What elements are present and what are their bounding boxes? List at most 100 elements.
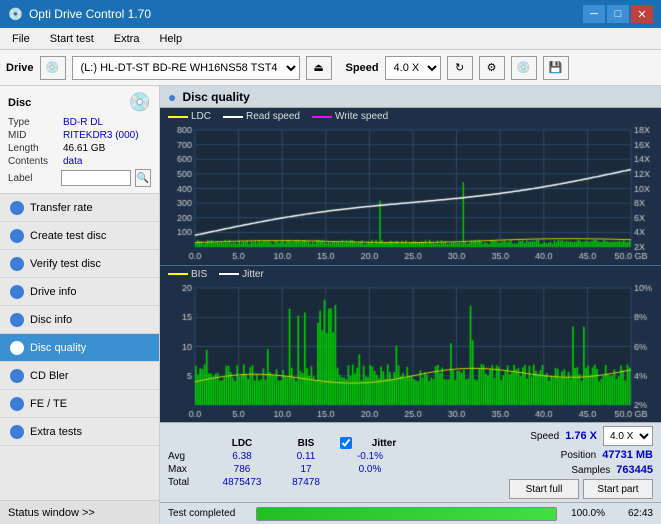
stats-bar: LDC BIS Jitter Avg 6.38 0.11 -0.1% Max 7…	[160, 422, 661, 502]
stats-right: Speed 1.76 X 4.0 X Position 47731 MB Sam…	[509, 426, 653, 499]
start-part-button[interactable]: Start part	[583, 479, 653, 499]
nav-create-test-disc[interactable]: Create test disc	[0, 222, 159, 250]
write-speed-label: Write speed	[335, 111, 388, 122]
disc-info-panel: Disc 💿 Type BD-R DL MID RITEKDR3 (000) L…	[0, 86, 159, 194]
app-icon: 💿	[8, 7, 23, 21]
bis-label: BIS	[191, 269, 207, 280]
refresh-button[interactable]: ↻	[447, 56, 473, 80]
disc-length-row: Length 46.61 GB	[8, 143, 151, 154]
jitter-checkbox[interactable]	[340, 437, 352, 449]
drive-label: Drive	[6, 62, 34, 74]
nav-drive-info[interactable]: Drive info	[0, 278, 159, 306]
avg-jitter: -0.1%	[340, 451, 400, 462]
nav-cd-bler-label: CD Bler	[30, 370, 69, 382]
legend-bis: BIS	[168, 269, 207, 280]
start-buttons: Start full Start part	[509, 479, 653, 499]
disc-label-key: Label	[8, 173, 57, 184]
speed-label: Speed	[530, 431, 559, 442]
max-jitter: 0.0%	[340, 464, 400, 475]
disc-type-value: BD-R DL	[63, 117, 103, 128]
nav-disc-quality-label: Disc quality	[30, 342, 86, 354]
nav-fe-te[interactable]: FE / TE	[0, 390, 159, 418]
menu-file[interactable]: File	[4, 31, 38, 47]
verify-test-disc-icon	[10, 257, 24, 271]
ldc-color	[168, 116, 188, 118]
position-row: Position 47731 MB	[561, 449, 653, 461]
eject-button[interactable]: ⏏	[306, 56, 332, 80]
disc-quality-header: ● Disc quality	[160, 86, 661, 108]
app-title: Opti Drive Control 1.70	[29, 7, 151, 21]
progress-bar-inner	[257, 508, 556, 520]
max-ldc: 786	[212, 464, 272, 475]
samples-row: Samples 763445	[571, 464, 653, 476]
disc-label-button[interactable]: 🔍	[135, 169, 151, 187]
charts-container: LDC Read speed Write speed	[160, 108, 661, 422]
jitter-check-container: Jitter	[340, 437, 414, 449]
disc-button[interactable]: 💿	[511, 56, 537, 80]
sidebar: Disc 💿 Type BD-R DL MID RITEKDR3 (000) L…	[0, 86, 160, 524]
nav-verify-test-disc[interactable]: Verify test disc	[0, 250, 159, 278]
start-full-button[interactable]: Start full	[509, 479, 579, 499]
drive-icon-btn[interactable]: 💿	[40, 56, 66, 80]
fe-te-icon	[10, 397, 24, 411]
legend-jitter: Jitter	[219, 269, 264, 280]
avg-ldc: 6.38	[212, 451, 272, 462]
samples-value: 763445	[616, 464, 653, 476]
disc-length-value: 46.61 GB	[63, 143, 105, 154]
maximize-button[interactable]: □	[607, 5, 629, 23]
disc-label-input[interactable]	[61, 170, 131, 186]
nav-fe-te-label: FE / TE	[30, 398, 67, 410]
menu-help[interactable]: Help	[151, 31, 190, 47]
nav-extra-tests-label: Extra tests	[30, 426, 82, 438]
settings-button[interactable]: ⚙	[479, 56, 505, 80]
jitter-header: Jitter	[354, 438, 414, 449]
jitter-label: Jitter	[242, 269, 264, 280]
upper-chart: LDC Read speed Write speed	[160, 108, 661, 266]
max-bis: 17	[276, 464, 336, 475]
nav-create-test-disc-label: Create test disc	[30, 230, 106, 242]
disc-mid-value: RITEKDR3 (000)	[63, 130, 139, 141]
speed-select[interactable]: 4.0 X	[385, 56, 441, 80]
nav-cd-bler[interactable]: CD Bler	[0, 362, 159, 390]
content-area: ● Disc quality LDC Read speed	[160, 86, 661, 524]
max-label: Max	[168, 464, 208, 475]
total-label: Total	[168, 477, 208, 488]
disc-image-icon: 💿	[129, 92, 151, 113]
legend-read-speed: Read speed	[223, 111, 300, 122]
disc-label-row: Label 🔍	[8, 169, 151, 187]
disc-mid-label: MID	[8, 130, 63, 141]
avg-bis: 0.11	[276, 451, 336, 462]
speed-label: Speed	[346, 62, 379, 74]
menubar: File Start test Extra Help	[0, 28, 661, 50]
menu-start-test[interactable]: Start test	[42, 31, 102, 47]
close-button[interactable]: ✕	[631, 5, 653, 23]
toolbar: Drive 💿 (L:) HL-DT-ST BD-RE WH16NS58 TST…	[0, 50, 661, 86]
drive-select[interactable]: (L:) HL-DT-ST BD-RE WH16NS58 TST4	[72, 56, 300, 80]
status-text: Test completed	[168, 508, 248, 519]
disc-mid-row: MID RITEKDR3 (000)	[8, 130, 151, 141]
lower-chart: BIS Jitter	[160, 266, 661, 423]
disc-section-title: Disc	[8, 97, 31, 109]
nav-verify-test-disc-label: Verify test disc	[30, 258, 101, 270]
status-window[interactable]: Status window >>	[0, 500, 159, 524]
progress-time: 62:43	[613, 508, 653, 519]
save-button[interactable]: 💾	[543, 56, 569, 80]
upper-chart-legend: LDC Read speed Write speed	[168, 111, 388, 122]
total-bis: 87478	[276, 477, 336, 488]
legend-write-speed: Write speed	[312, 111, 388, 122]
transfer-rate-icon	[10, 201, 24, 215]
ldc-label: LDC	[191, 111, 211, 122]
nav-disc-quality[interactable]: Disc quality	[0, 334, 159, 362]
nav-disc-info[interactable]: Disc info	[0, 306, 159, 334]
progress-percent: 100.0%	[565, 508, 605, 519]
progress-bar-outer	[256, 507, 557, 521]
lower-chart-legend: BIS Jitter	[168, 269, 264, 280]
speed-row: Speed 1.76 X 4.0 X	[530, 426, 653, 446]
stats-header-row: LDC BIS Jitter	[168, 437, 493, 449]
upper-chart-canvas	[160, 108, 661, 265]
menu-extra[interactable]: Extra	[106, 31, 148, 47]
minimize-button[interactable]: ─	[583, 5, 605, 23]
nav-transfer-rate[interactable]: Transfer rate	[0, 194, 159, 222]
nav-extra-tests[interactable]: Extra tests	[0, 418, 159, 446]
speed-select-small[interactable]: 4.0 X	[603, 426, 653, 446]
